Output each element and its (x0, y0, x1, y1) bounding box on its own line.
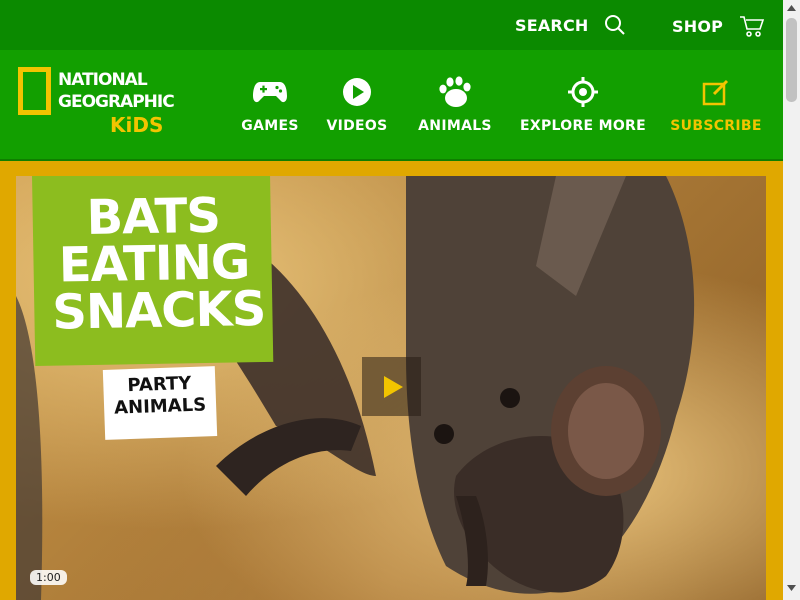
nav-subscribe[interactable]: SUBSCRIBE (670, 74, 762, 134)
search-icon (605, 15, 625, 35)
scrollbar-thumb[interactable] (786, 18, 797, 102)
logo-line-kids: KiDS (110, 113, 164, 137)
yellow-frame-logo-mark (18, 67, 51, 115)
paw-icon (439, 76, 471, 107)
search-button[interactable]: SEARCH (515, 14, 626, 36)
series-name: PARTY ANIMALS (107, 372, 212, 420)
shop-label: SHOP (672, 16, 724, 36)
nav-explore-more[interactable]: EXPLORE MORE (519, 74, 647, 134)
nav-games[interactable]: GAMES (238, 74, 302, 134)
nat-geo-kids-logo[interactable]: NATIONAL GEOGRAPHIC KiDS (18, 67, 188, 143)
page: SEARCH SHOP NATIONAL GEOGRAPHIC KiDS GAM… (0, 0, 783, 600)
utility-bar: SEARCH SHOP (0, 0, 783, 50)
edit-square-icon (702, 79, 729, 106)
series-badge: PARTY ANIMALS (102, 366, 218, 440)
logo-line-geographic: GEOGRAPHIC (58, 92, 175, 112)
video-title: BATS EATING SNACKS (50, 188, 266, 341)
logo-wordmark: NATIONAL GEOGRAPHIC (58, 69, 175, 113)
video-title-line-3: SNACKS (51, 280, 266, 341)
series-name-line-2: ANIMALS (113, 394, 207, 419)
nav-videos-label: VIDEOS (326, 118, 388, 134)
play-icon (383, 375, 403, 398)
shop-button[interactable]: SHOP (672, 14, 765, 38)
nav-animals[interactable]: ANIMALS (413, 74, 497, 134)
logo-line-national: NATIONAL (58, 70, 148, 90)
search-label: SEARCH (515, 15, 589, 35)
featured-video[interactable]: BATS EATING SNACKS PARTY ANIMALS 1:00 (16, 176, 766, 600)
page-scrollbar[interactable] (783, 0, 800, 600)
scroll-up-arrow-icon[interactable] (787, 5, 796, 11)
nav-explore-more-label: EXPLORE MORE (520, 118, 646, 134)
nav-videos[interactable]: VIDEOS (325, 74, 389, 134)
main-nav: NATIONAL GEOGRAPHIC KiDS GAMES VIDEOS AN… (0, 50, 783, 161)
nav-games-label: GAMES (241, 118, 299, 134)
play-circle-icon (343, 78, 371, 106)
gamepad-icon (253, 82, 287, 103)
scroll-down-arrow-icon[interactable] (787, 585, 796, 591)
nav-subscribe-label: SUBSCRIBE (670, 118, 762, 134)
title-badge: BATS EATING SNACKS (32, 176, 274, 366)
video-duration: 1:00 (30, 570, 67, 585)
play-button[interactable] (362, 357, 421, 416)
nav-animals-label: ANIMALS (418, 118, 492, 134)
cart-icon (739, 16, 764, 37)
target-icon (568, 77, 598, 107)
